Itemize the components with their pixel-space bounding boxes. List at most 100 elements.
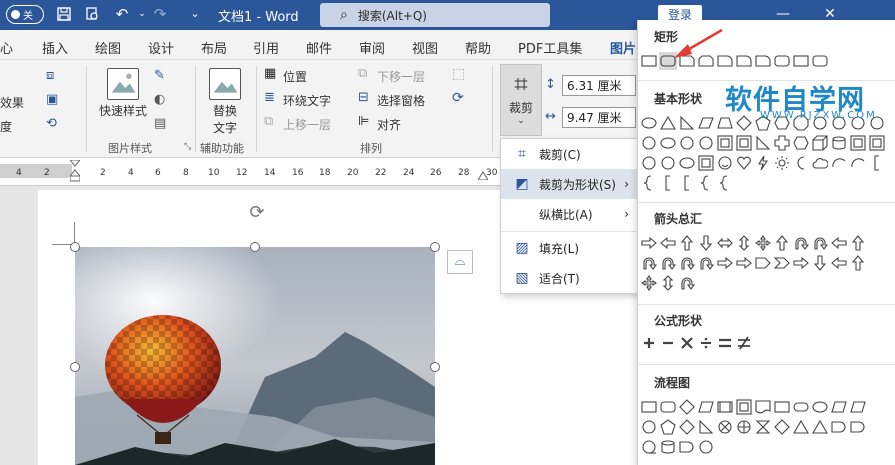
tab-layout[interactable]: 布局 (201, 38, 227, 57)
oval-shape-icon[interactable] (659, 134, 677, 152)
rtri-shape-icon[interactable] (678, 114, 696, 132)
sun-shape-icon[interactable] (773, 154, 791, 172)
curve-shape-icon[interactable] (640, 254, 658, 272)
menu-item-crop-to-shape[interactable]: ◩ 裁剪为形状(S) › (501, 169, 639, 199)
rotate-handle-icon[interactable]: ⟳ (247, 203, 267, 223)
menu-item-crop[interactable]: ⌗ 裁剪(C) (501, 139, 639, 169)
mult-shape-icon[interactable] (678, 334, 696, 352)
tab-help[interactable]: 帮助 (465, 38, 491, 57)
uarr-shape-icon[interactable] (773, 234, 791, 252)
curve-shape-icon[interactable] (697, 254, 715, 272)
inserted-picture[interactable] (75, 247, 435, 465)
brace-shape-icon[interactable] (697, 174, 715, 192)
pent-shape-icon[interactable] (659, 418, 677, 436)
rect-shape-icon[interactable] (640, 398, 658, 416)
dia-shape-icon[interactable] (678, 418, 696, 436)
disk-shape-icon[interactable] (640, 438, 658, 456)
rarr-shape-icon[interactable] (735, 254, 753, 272)
oval-shape-icon[interactable] (678, 154, 696, 172)
delay-shape-icon[interactable] (830, 418, 848, 436)
data-shape-icon[interactable] (697, 398, 715, 416)
customize-toolbar-icon[interactable]: ⌄ (185, 4, 205, 24)
dia-shape-icon[interactable] (773, 418, 791, 436)
udarr-shape-icon[interactable] (659, 274, 677, 292)
heart-shape-icon[interactable] (735, 154, 753, 172)
tri-shape-icon[interactable] (659, 114, 677, 132)
round1-shape-icon[interactable] (735, 52, 753, 70)
menu-item-fit[interactable]: ▧ 适合(T) (501, 263, 639, 293)
tab-home-partial[interactable]: 心 (0, 38, 13, 57)
circ-shape-icon[interactable] (659, 154, 677, 172)
brk-shape-icon[interactable] (659, 174, 677, 192)
indent-marker-icon[interactable] (68, 159, 82, 182)
crop-button[interactable]: ⌗ 裁剪 ⌄ (500, 64, 542, 136)
arc-shape-icon[interactable] (849, 154, 867, 172)
layout-options-icon[interactable]: ⌓ (447, 250, 473, 274)
curve-shape-icon[interactable] (792, 234, 810, 252)
proc2-shape-icon[interactable] (716, 398, 734, 416)
chev-shape-icon[interactable] (773, 254, 791, 272)
neq-shape-icon[interactable] (735, 334, 753, 352)
delay-shape-icon[interactable] (678, 438, 696, 456)
data-shape-icon[interactable] (830, 398, 848, 416)
redo-icon[interactable]: ↷ (150, 4, 170, 24)
tab-insert[interactable]: 插入 (42, 38, 68, 57)
larr-shape-icon[interactable] (830, 254, 848, 272)
picture-effects-icon[interactable]: ◐ (154, 92, 165, 107)
tab-picture[interactable]: 图片 (610, 38, 637, 65)
group-objects-icon[interactable]: ⬚ (452, 66, 465, 82)
rect-shape-icon[interactable] (792, 52, 810, 70)
round1-shape-icon[interactable] (754, 52, 772, 70)
cloud-shape-icon[interactable] (811, 154, 829, 172)
darr-shape-icon[interactable] (697, 234, 715, 252)
height-field[interactable]: 6.31 厘米 (562, 75, 636, 96)
frame-shape-icon[interactable] (735, 134, 753, 152)
oval-shape-icon[interactable] (811, 398, 829, 416)
lrarr-shape-icon[interactable] (716, 234, 734, 252)
brk-shape-icon[interactable] (868, 154, 886, 172)
tab-mailings[interactable]: 邮件 (306, 38, 332, 57)
position-button[interactable]: 位置 (283, 68, 307, 85)
effects-label[interactable]: 效果 (0, 94, 24, 111)
tab-view[interactable]: 视图 (412, 38, 438, 57)
reset-picture-icon[interactable]: ⟲ (46, 116, 57, 131)
resize-handle[interactable] (430, 242, 440, 252)
data-shape-icon[interactable] (849, 398, 867, 416)
frame-shape-icon[interactable] (868, 134, 886, 152)
tri-shape-icon[interactable] (792, 418, 810, 436)
larr-shape-icon[interactable] (659, 234, 677, 252)
smile-shape-icon[interactable] (716, 154, 734, 172)
resize-handle[interactable] (70, 362, 80, 372)
circ-shape-icon[interactable] (640, 134, 658, 152)
moon-shape-icon[interactable] (792, 154, 810, 172)
picture-layout-icon[interactable]: ▤ (154, 116, 166, 131)
cross-shape-icon[interactable] (773, 134, 791, 152)
autosave-toggle[interactable]: 关 (6, 5, 44, 24)
brace-shape-icon[interactable] (716, 174, 734, 192)
can-shape-icon[interactable] (659, 438, 677, 456)
rarr-shape-icon[interactable] (716, 254, 734, 272)
uarr-shape-icon[interactable] (849, 234, 867, 252)
rect-shape-icon[interactable] (773, 398, 791, 416)
tab-pdf-tools[interactable]: PDF工具集 (518, 38, 582, 57)
tab-review[interactable]: 审阅 (359, 38, 385, 57)
rarr-shape-icon[interactable] (792, 254, 810, 272)
rarr-shape-icon[interactable] (640, 234, 658, 252)
change-picture-icon[interactable]: ▣ (46, 92, 58, 107)
rtri-shape-icon[interactable] (697, 418, 715, 436)
curve-shape-icon[interactable] (811, 234, 829, 252)
can-shape-icon[interactable] (830, 134, 848, 152)
menu-item-fill[interactable]: ▨ 填充(L) (501, 233, 639, 263)
rrect-shape-icon[interactable] (773, 52, 791, 70)
wrap-text-button[interactable]: 环绕文字 (283, 92, 331, 109)
delay-shape-icon[interactable] (849, 418, 867, 436)
align-button[interactable]: 对齐 (377, 116, 401, 133)
larr-shape-icon[interactable] (830, 234, 848, 252)
tri-shape-icon[interactable] (811, 418, 829, 436)
tab-design[interactable]: 设计 (148, 38, 174, 57)
tab-draw[interactable]: 绘图 (95, 38, 121, 57)
tab-references[interactable]: 引用 (253, 38, 279, 57)
div-shape-icon[interactable] (697, 334, 715, 352)
bolt-shape-icon[interactable] (754, 154, 772, 172)
dialog-launcher-icon[interactable]: ⤡ (184, 142, 191, 152)
